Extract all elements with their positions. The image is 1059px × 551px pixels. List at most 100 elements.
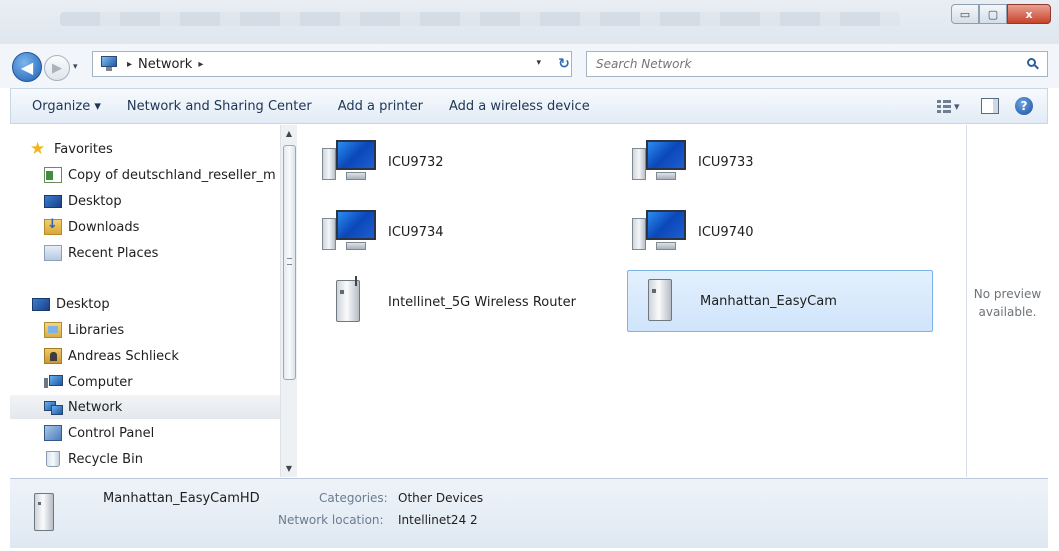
sidebar-item-desktop-favorite[interactable]: Desktop xyxy=(44,189,280,213)
sidebar-item-label: Control Panel xyxy=(68,425,155,441)
desktop-icon xyxy=(32,297,50,311)
computer-icon xyxy=(632,206,694,258)
network-icon xyxy=(99,55,121,73)
network-item-icu9732[interactable]: ICU9732 xyxy=(300,131,606,193)
navigation-pane: ★ Favorites Copy of deutschland_reseller… xyxy=(10,125,282,477)
close-button[interactable]: x xyxy=(1007,4,1051,24)
network-item-wireless-router[interactable]: Intellinet_5G Wireless Router xyxy=(300,271,606,333)
minimize-button[interactable]: ▭ xyxy=(951,4,979,24)
address-dropdown[interactable]: ▾ xyxy=(536,58,541,68)
sidebar-item-label: Computer xyxy=(68,374,133,390)
organize-button[interactable]: Organize ▾ xyxy=(23,99,110,114)
user-folder-icon xyxy=(44,348,62,364)
document-icon xyxy=(44,167,62,183)
sidebar-item-downloads[interactable]: Downloads xyxy=(44,215,280,239)
scroll-down-arrow[interactable]: ▼ xyxy=(281,460,297,477)
computer-icon xyxy=(322,136,384,188)
router-icon xyxy=(322,276,384,328)
preview-pane: No preview available. xyxy=(966,125,1048,477)
details-item-name: Manhattan_EasyCamHD xyxy=(103,491,260,506)
back-button[interactable]: ◀ xyxy=(12,52,42,82)
window-controls: ▭ ▢ x xyxy=(951,4,1051,24)
breadcrumb-separator[interactable]: ▸ xyxy=(127,59,132,70)
recent-pages-dropdown[interactable]: ▾ xyxy=(73,62,78,72)
item-label: ICU9732 xyxy=(388,154,444,170)
sidebar-item-favorites[interactable]: ★ Favorites xyxy=(30,137,300,161)
view-controls: ▾ ? xyxy=(937,96,1033,116)
add-printer-button[interactable]: Add a printer xyxy=(329,99,432,114)
window-title-area xyxy=(60,12,900,26)
network-item-easycam[interactable]: Manhattan_EasyCam xyxy=(627,270,933,332)
star-icon: ★ xyxy=(30,139,46,159)
recycle-bin-icon xyxy=(46,451,60,467)
item-label: Manhattan_EasyCam xyxy=(700,293,837,309)
views-icon xyxy=(937,99,951,113)
sidebar-item-label: Recent Places xyxy=(68,245,159,261)
maximize-button[interactable]: ▢ xyxy=(979,4,1007,24)
breadcrumb-separator[interactable]: ▸ xyxy=(198,59,203,70)
sidebar-item-desktop[interactable]: Desktop xyxy=(32,292,280,316)
network-sharing-center-button[interactable]: Network and Sharing Center xyxy=(118,99,321,114)
title-bar: ▭ ▢ x xyxy=(0,0,1059,44)
details-categories-label: Categories: xyxy=(319,491,388,505)
libraries-icon xyxy=(44,322,62,338)
breadcrumb-network[interactable]: Network xyxy=(138,57,192,72)
sidebar-item-recent-places[interactable]: Recent Places xyxy=(44,241,280,265)
network-item-icu9740[interactable]: ICU9740 xyxy=(610,201,916,263)
command-bar: Organize ▾ Network and Sharing Center Ad… xyxy=(10,88,1048,124)
preview-message-line2: available. xyxy=(978,305,1037,319)
change-view-button[interactable]: ▾ xyxy=(937,96,965,116)
computer-icon xyxy=(322,206,384,258)
scroll-thumb[interactable] xyxy=(283,145,296,380)
sidebar-item-label: Network xyxy=(68,399,123,415)
sidebar-item-recycle-bin[interactable]: Recycle Bin xyxy=(44,447,280,471)
item-label: Intellinet_5G Wireless Router xyxy=(388,294,576,310)
sidebar-item-copy-document[interactable]: Copy of deutschland_reseller_m xyxy=(44,163,280,187)
network-item-icu9733[interactable]: ICU9733 xyxy=(610,131,916,193)
sidebar-item-control-panel[interactable]: Control Panel xyxy=(44,421,280,445)
sidebar-item-andreas-schlieck[interactable]: Andreas Schlieck xyxy=(44,344,280,368)
desktop-icon xyxy=(44,194,62,208)
details-pane: Manhattan_EasyCamHD Categories: Other De… xyxy=(10,478,1048,548)
sidebar-item-label: Desktop xyxy=(56,296,110,312)
search-box[interactable] xyxy=(586,51,1048,77)
preview-message-line1: No preview xyxy=(973,287,1042,301)
add-wireless-device-button[interactable]: Add a wireless device xyxy=(440,99,599,114)
search-icon[interactable] xyxy=(1027,58,1039,70)
details-categories-value: Other Devices xyxy=(398,491,484,505)
control-panel-icon xyxy=(44,425,62,441)
details-location-value: Intellinet24 2 xyxy=(398,513,478,527)
preview-pane-button[interactable] xyxy=(981,98,999,114)
navigation-scrollbar[interactable]: ▲ ▼ xyxy=(280,125,297,477)
sidebar-item-label: Downloads xyxy=(68,219,140,235)
forward-button[interactable]: ▶ xyxy=(44,55,70,81)
sidebar-item-label: Desktop xyxy=(68,193,122,209)
sidebar-item-label: Libraries xyxy=(68,322,125,338)
file-list: ICU9732 ICU9733 ICU9734 ICU9740 Intellin… xyxy=(298,125,966,477)
refresh-button[interactable]: ↻ xyxy=(551,51,577,77)
sidebar-item-label: Copy of deutschland_reseller_m xyxy=(68,167,276,183)
sidebar-item-libraries[interactable]: Libraries xyxy=(44,318,280,342)
search-input[interactable] xyxy=(596,57,1016,71)
sidebar-item-label: Recycle Bin xyxy=(68,451,143,467)
network-icon xyxy=(44,399,63,415)
sidebar-item-label: Favorites xyxy=(54,141,113,157)
device-icon xyxy=(30,489,56,533)
device-icon xyxy=(634,275,696,327)
views-dropdown-arrow[interactable]: ▾ xyxy=(954,100,960,113)
help-button[interactable]: ? xyxy=(1015,97,1033,115)
network-item-icu9734[interactable]: ICU9734 xyxy=(300,201,606,263)
item-label: ICU9740 xyxy=(698,224,754,240)
computer-icon xyxy=(44,374,63,390)
details-location-label: Network location: xyxy=(278,513,384,527)
sidebar-item-network[interactable]: Network xyxy=(10,395,280,419)
item-label: ICU9733 xyxy=(698,154,754,170)
item-label: ICU9734 xyxy=(388,224,444,240)
downloads-icon xyxy=(44,217,62,235)
scroll-up-arrow[interactable]: ▲ xyxy=(281,125,297,142)
recent-places-icon xyxy=(44,245,62,261)
sidebar-item-computer[interactable]: Computer xyxy=(44,370,280,394)
computer-icon xyxy=(632,136,694,188)
address-bar[interactable]: ▸ Network ▸ ▾ xyxy=(92,51,572,77)
sidebar-item-label: Andreas Schlieck xyxy=(68,348,179,364)
